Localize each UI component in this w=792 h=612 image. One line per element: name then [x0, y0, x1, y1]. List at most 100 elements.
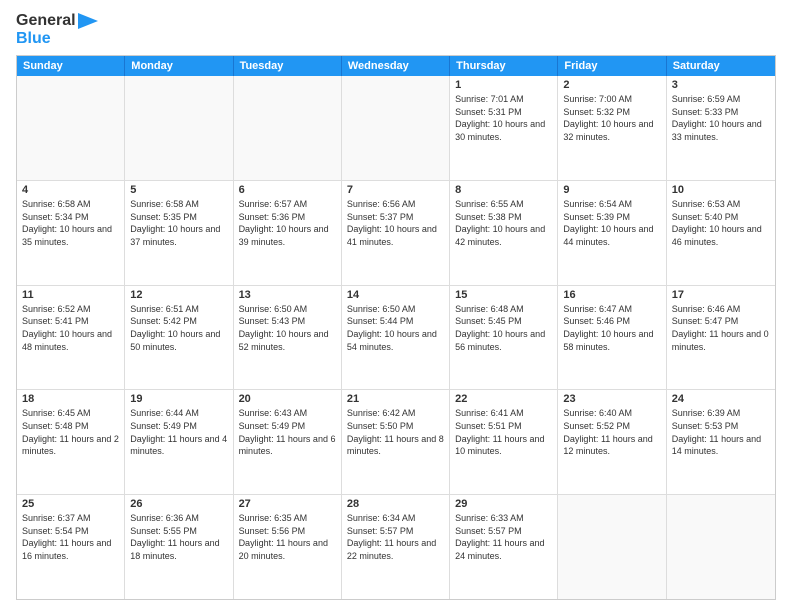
day-sunrise: Sunrise: 6:56 AM: [347, 198, 444, 211]
day-number: 15: [455, 289, 552, 301]
day-sunrise: Sunrise: 6:44 AM: [130, 407, 227, 420]
day-number: 21: [347, 393, 444, 405]
day-daylight: Daylight: 10 hours and 50 minutes.: [130, 328, 227, 353]
day-sunset: Sunset: 5:53 PM: [672, 420, 770, 433]
day-sunrise: Sunrise: 7:01 AM: [455, 93, 552, 106]
day-daylight: Daylight: 11 hours and 0 minutes.: [672, 328, 770, 353]
day-number: 1: [455, 79, 552, 91]
day-sunset: Sunset: 5:39 PM: [563, 211, 660, 224]
day-sunrise: Sunrise: 6:57 AM: [239, 198, 336, 211]
day-daylight: Daylight: 10 hours and 42 minutes.: [455, 223, 552, 248]
calendar-cell: 14 Sunrise: 6:50 AM Sunset: 5:44 PM Dayl…: [342, 286, 450, 390]
day-number: 5: [130, 184, 227, 196]
day-daylight: Daylight: 10 hours and 52 minutes.: [239, 328, 336, 353]
day-number: 16: [563, 289, 660, 301]
calendar-cell: 6 Sunrise: 6:57 AM Sunset: 5:36 PM Dayli…: [234, 181, 342, 285]
calendar-header-day: Wednesday: [342, 56, 450, 76]
calendar-cell: [342, 76, 450, 180]
calendar-header-day: Thursday: [450, 56, 558, 76]
day-daylight: Daylight: 10 hours and 35 minutes.: [22, 223, 119, 248]
day-number: 11: [22, 289, 119, 301]
calendar-cell: 22 Sunrise: 6:41 AM Sunset: 5:51 PM Dayl…: [450, 390, 558, 494]
day-number: 24: [672, 393, 770, 405]
day-sunrise: Sunrise: 6:41 AM: [455, 407, 552, 420]
calendar-header: SundayMondayTuesdayWednesdayThursdayFrid…: [17, 56, 775, 76]
day-number: 12: [130, 289, 227, 301]
calendar-cell: 20 Sunrise: 6:43 AM Sunset: 5:49 PM Dayl…: [234, 390, 342, 494]
day-daylight: Daylight: 11 hours and 18 minutes.: [130, 537, 227, 562]
day-daylight: Daylight: 10 hours and 32 minutes.: [563, 118, 660, 143]
calendar-cell: 15 Sunrise: 6:48 AM Sunset: 5:45 PM Dayl…: [450, 286, 558, 390]
calendar-week-row: 25 Sunrise: 6:37 AM Sunset: 5:54 PM Dayl…: [17, 494, 775, 599]
day-sunrise: Sunrise: 7:00 AM: [563, 93, 660, 106]
day-number: 22: [455, 393, 552, 405]
logo-text-line1: General: [16, 12, 76, 30]
day-daylight: Daylight: 10 hours and 58 minutes.: [563, 328, 660, 353]
day-sunrise: Sunrise: 6:58 AM: [22, 198, 119, 211]
calendar-week-row: 1 Sunrise: 7:01 AM Sunset: 5:31 PM Dayli…: [17, 76, 775, 180]
calendar-cell: 11 Sunrise: 6:52 AM Sunset: 5:41 PM Dayl…: [17, 286, 125, 390]
day-number: 20: [239, 393, 336, 405]
calendar-body: 1 Sunrise: 7:01 AM Sunset: 5:31 PM Dayli…: [17, 76, 775, 599]
calendar-cell: [234, 76, 342, 180]
day-number: 13: [239, 289, 336, 301]
calendar-cell: 3 Sunrise: 6:59 AM Sunset: 5:33 PM Dayli…: [667, 76, 775, 180]
day-number: 8: [455, 184, 552, 196]
day-daylight: Daylight: 10 hours and 44 minutes.: [563, 223, 660, 248]
calendar-cell: 4 Sunrise: 6:58 AM Sunset: 5:34 PM Dayli…: [17, 181, 125, 285]
logo: General Blue: [16, 12, 98, 47]
day-daylight: Daylight: 11 hours and 2 minutes.: [22, 433, 119, 458]
calendar-cell: 29 Sunrise: 6:33 AM Sunset: 5:57 PM Dayl…: [450, 495, 558, 599]
day-daylight: Daylight: 10 hours and 46 minutes.: [672, 223, 770, 248]
day-sunset: Sunset: 5:41 PM: [22, 315, 119, 328]
day-sunset: Sunset: 5:54 PM: [22, 525, 119, 538]
day-daylight: Daylight: 10 hours and 56 minutes.: [455, 328, 552, 353]
day-number: 17: [672, 289, 770, 301]
calendar-cell: [667, 495, 775, 599]
day-sunset: Sunset: 5:51 PM: [455, 420, 552, 433]
day-sunrise: Sunrise: 6:54 AM: [563, 198, 660, 211]
calendar-cell: 7 Sunrise: 6:56 AM Sunset: 5:37 PM Dayli…: [342, 181, 450, 285]
day-daylight: Daylight: 11 hours and 22 minutes.: [347, 537, 444, 562]
day-sunset: Sunset: 5:57 PM: [455, 525, 552, 538]
day-sunrise: Sunrise: 6:35 AM: [239, 512, 336, 525]
calendar-cell: 12 Sunrise: 6:51 AM Sunset: 5:42 PM Dayl…: [125, 286, 233, 390]
day-number: 25: [22, 498, 119, 510]
day-daylight: Daylight: 11 hours and 24 minutes.: [455, 537, 552, 562]
day-number: 4: [22, 184, 119, 196]
day-sunrise: Sunrise: 6:43 AM: [239, 407, 336, 420]
day-sunset: Sunset: 5:37 PM: [347, 211, 444, 224]
day-number: 19: [130, 393, 227, 405]
calendar-week-row: 18 Sunrise: 6:45 AM Sunset: 5:48 PM Dayl…: [17, 389, 775, 494]
day-sunrise: Sunrise: 6:48 AM: [455, 303, 552, 316]
day-daylight: Daylight: 10 hours and 37 minutes.: [130, 223, 227, 248]
day-sunset: Sunset: 5:49 PM: [130, 420, 227, 433]
day-daylight: Daylight: 10 hours and 39 minutes.: [239, 223, 336, 248]
calendar-header-day: Saturday: [667, 56, 775, 76]
calendar-header-day: Friday: [558, 56, 666, 76]
day-sunrise: Sunrise: 6:47 AM: [563, 303, 660, 316]
calendar-cell: [125, 76, 233, 180]
day-daylight: Daylight: 11 hours and 8 minutes.: [347, 433, 444, 458]
day-daylight: Daylight: 11 hours and 4 minutes.: [130, 433, 227, 458]
day-sunset: Sunset: 5:48 PM: [22, 420, 119, 433]
day-daylight: Daylight: 11 hours and 10 minutes.: [455, 433, 552, 458]
calendar-cell: 13 Sunrise: 6:50 AM Sunset: 5:43 PM Dayl…: [234, 286, 342, 390]
day-number: 2: [563, 79, 660, 91]
logo-triangle-icon: [78, 13, 98, 29]
day-daylight: Daylight: 11 hours and 14 minutes.: [672, 433, 770, 458]
day-sunset: Sunset: 5:50 PM: [347, 420, 444, 433]
day-sunset: Sunset: 5:38 PM: [455, 211, 552, 224]
calendar-header-day: Sunday: [17, 56, 125, 76]
day-sunrise: Sunrise: 6:58 AM: [130, 198, 227, 211]
calendar-cell: 27 Sunrise: 6:35 AM Sunset: 5:56 PM Dayl…: [234, 495, 342, 599]
calendar-header-day: Tuesday: [234, 56, 342, 76]
day-sunset: Sunset: 5:43 PM: [239, 315, 336, 328]
calendar-cell: 28 Sunrise: 6:34 AM Sunset: 5:57 PM Dayl…: [342, 495, 450, 599]
day-sunset: Sunset: 5:31 PM: [455, 106, 552, 119]
day-number: 10: [672, 184, 770, 196]
calendar-cell: 21 Sunrise: 6:42 AM Sunset: 5:50 PM Dayl…: [342, 390, 450, 494]
day-sunset: Sunset: 5:55 PM: [130, 525, 227, 538]
calendar-cell: 16 Sunrise: 6:47 AM Sunset: 5:46 PM Dayl…: [558, 286, 666, 390]
day-number: 28: [347, 498, 444, 510]
